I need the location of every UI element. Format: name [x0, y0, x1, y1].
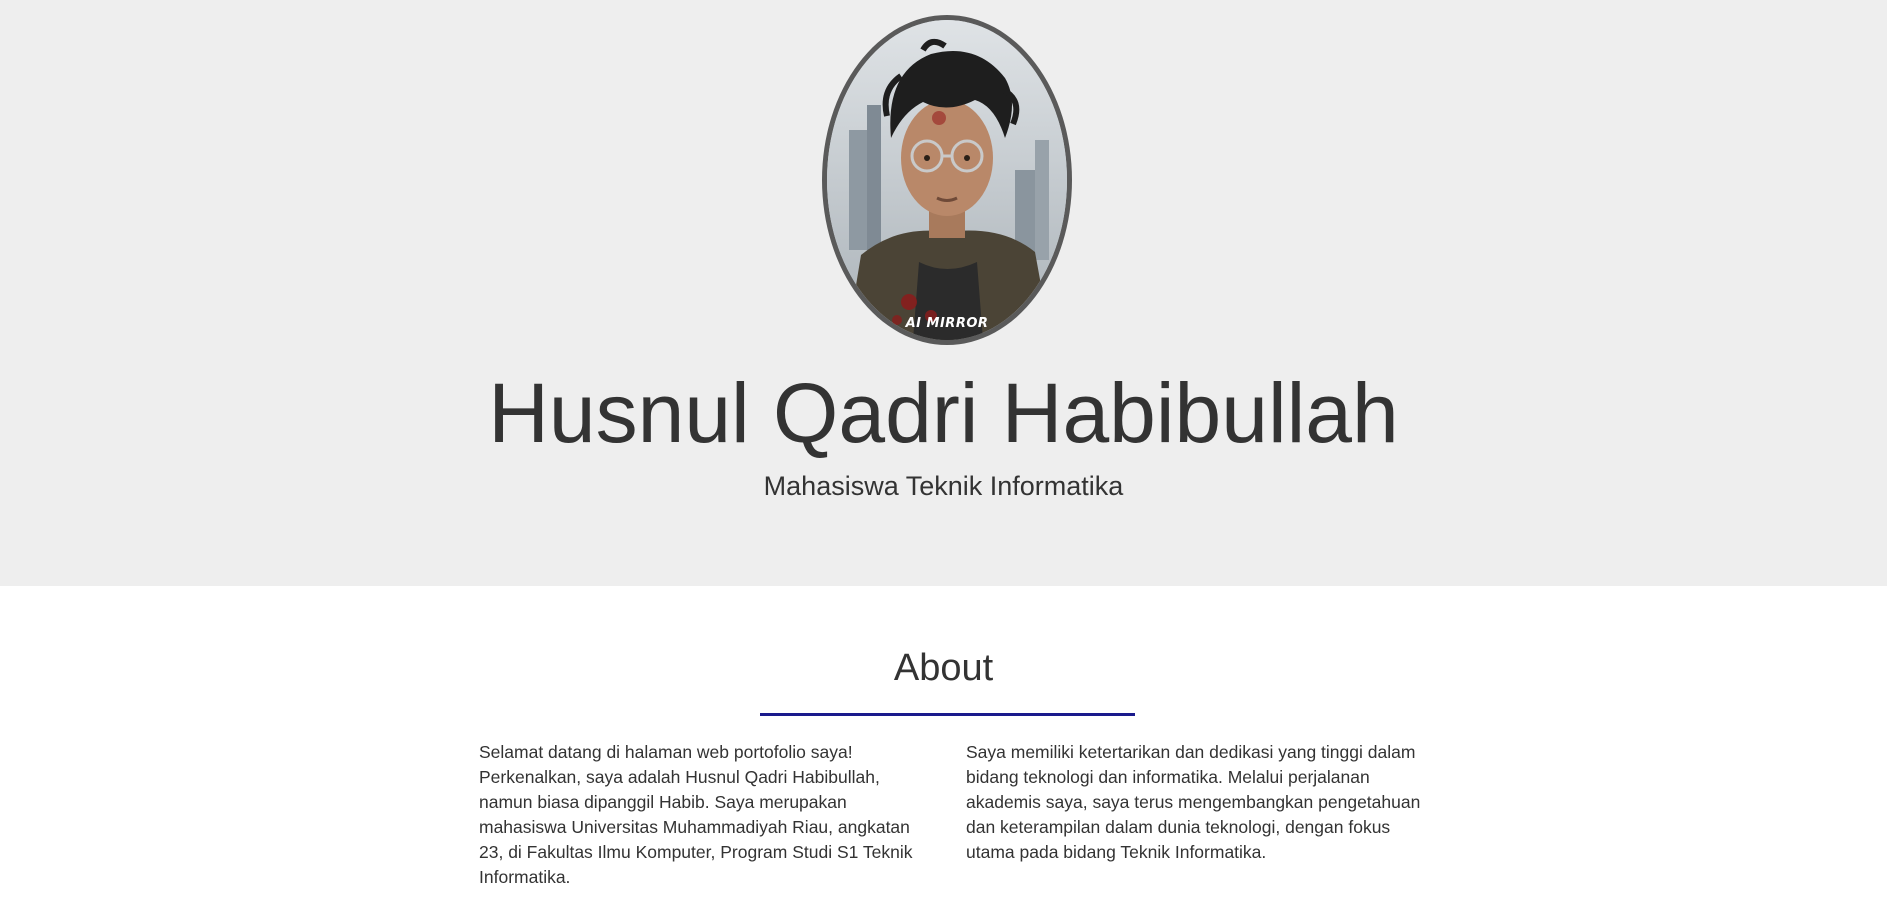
ai-mirror-watermark: AI MIRROR	[905, 316, 989, 331]
profile-photo: AI MIRROR	[822, 15, 1072, 345]
hero-name: Husnul Qadri Habibullah	[488, 366, 1399, 460]
about-divider	[760, 713, 1135, 716]
about-title: About	[893, 647, 994, 689]
hero-role: Mahasiswa Teknik Informatika	[763, 471, 1124, 501]
hero-section: AI MIRROR Husnul Qadri Habibullah Mahasi…	[0, 0, 1887, 586]
profile-photo-image	[827, 20, 1067, 340]
about-paragraph-left: Selamat datang di halaman web portofolio…	[479, 742, 913, 887]
about-paragraph-right: Saya memiliki ketertarikan dan dedikasi …	[966, 742, 1421, 862]
